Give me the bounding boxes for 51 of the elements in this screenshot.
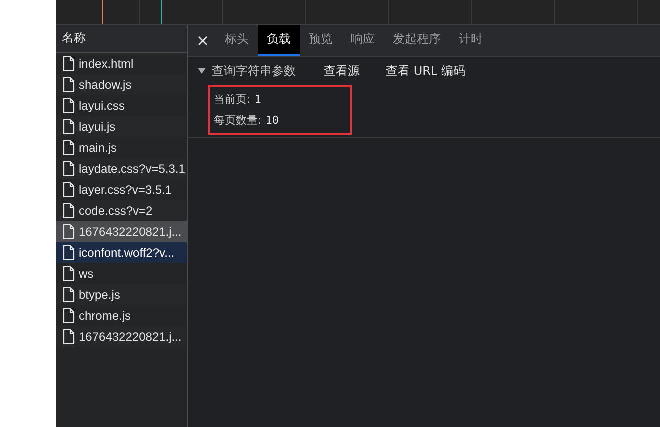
param-value: 10	[266, 114, 279, 127]
tab[interactable]: 计时	[450, 25, 492, 56]
request-row[interactable]: index.html	[56, 53, 187, 74]
section-title: 查询字符串参数	[212, 62, 296, 80]
file-icon	[63, 202, 75, 218]
tab[interactable]: 发起程序	[384, 25, 450, 56]
file-icon	[63, 328, 75, 344]
file-icon	[63, 160, 75, 176]
file-icon	[63, 266, 75, 282]
file-name: iconfont.woff2?v...	[79, 246, 175, 260]
request-row[interactable]: iconfont.woff2?v...	[56, 242, 187, 263]
file-name: 1676432220821.j...	[79, 224, 182, 238]
request-row[interactable]: main.js	[56, 137, 187, 158]
file-name: ws	[79, 266, 94, 280]
file-icon	[63, 76, 75, 92]
column-header[interactable]: 名称	[56, 25, 187, 53]
request-row[interactable]: layui.css	[56, 95, 187, 116]
tab[interactable]: 负载	[258, 25, 300, 56]
file-icon	[63, 224, 75, 240]
param-key: 当前页:	[214, 92, 251, 107]
file-icon	[63, 182, 75, 198]
tab[interactable]: 响应	[342, 25, 384, 56]
file-icon	[63, 308, 75, 324]
file-name: chrome.js	[79, 308, 132, 322]
file-icon	[63, 140, 75, 156]
file-name: layui.css	[79, 98, 126, 112]
view-link[interactable]: 查看源	[324, 62, 360, 80]
tab[interactable]: 标头	[216, 25, 258, 56]
file-name: index.html	[79, 56, 134, 70]
file-icon	[63, 118, 75, 134]
file-name: layui.js	[79, 120, 116, 134]
request-row[interactable]: chrome.js	[56, 305, 187, 326]
file-name: main.js	[79, 140, 118, 154]
file-icon	[63, 286, 75, 302]
file-name: code.css?v=2	[79, 204, 153, 218]
file-name: shadow.js	[79, 78, 132, 92]
file-name: laydate.css?v=5.3.1	[79, 162, 186, 176]
expand-triangle-icon[interactable]	[198, 68, 206, 74]
file-icon	[63, 98, 75, 114]
file-icon	[63, 244, 75, 260]
file-name: 1676432220821.j...	[79, 330, 182, 344]
view-link[interactable]: 查看 URL 编码	[386, 62, 466, 80]
param-value: 1	[254, 93, 262, 106]
file-name: layer.css?v=3.5.1	[79, 182, 172, 196]
file-name: btype.js	[79, 288, 120, 302]
request-row[interactable]: ws	[56, 263, 187, 284]
request-row[interactable]: layer.css?v=3.5.1	[56, 179, 187, 200]
file-icon	[63, 56, 75, 72]
tab[interactable]: 预览	[300, 25, 342, 56]
param-key: 每页数量:	[214, 113, 262, 128]
request-row[interactable]: 1676432220821.j...	[56, 221, 187, 242]
